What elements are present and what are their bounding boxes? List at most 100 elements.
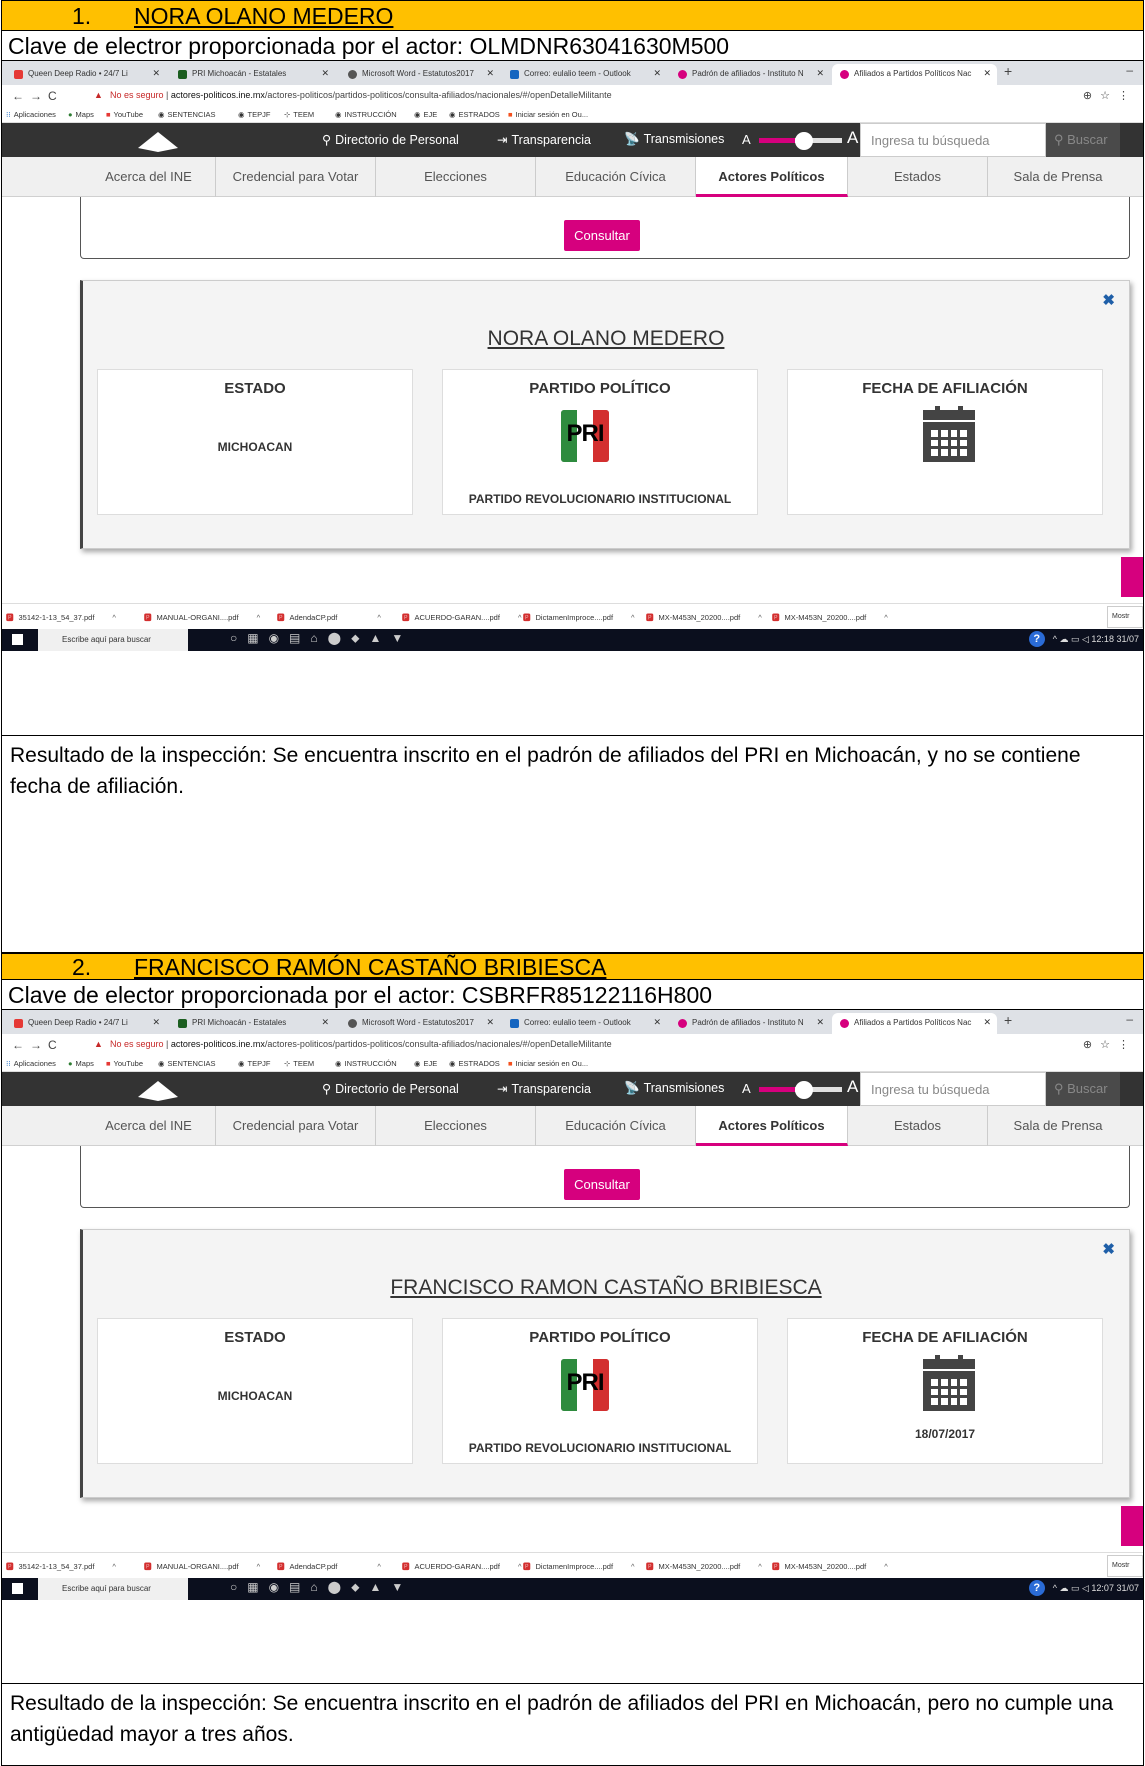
menu-item-active[interactable]: Actores Políticos xyxy=(696,1106,848,1146)
bookmark[interactable]: ● Maps xyxy=(68,1059,94,1068)
back-forward-reload-icons[interactable]: ←→C xyxy=(12,1038,63,1052)
bookmark[interactable]: ◉ EJE xyxy=(414,1059,437,1068)
directorio-link[interactable]: ⚲ Directorio de Personal xyxy=(322,132,463,147)
scroll-top-button[interactable] xyxy=(1121,557,1143,597)
bookmark[interactable]: ◉ SENTENCIAS xyxy=(158,110,215,119)
bookmark[interactable]: ◉ TEPJF xyxy=(238,1059,270,1068)
browser-tab-active[interactable]: Afiliados a Partidos Políticos Nac ✕ xyxy=(832,1013,997,1034)
browser-tab[interactable]: Correo: eulalio teem - Outlook ✕ xyxy=(502,1013,667,1034)
scroll-top-button[interactable] xyxy=(1121,1506,1143,1546)
menu-item[interactable]: Sala de Prensa xyxy=(988,1106,1128,1146)
slider-knob[interactable] xyxy=(795,132,813,150)
download-item[interactable]: 🅿 MX-M453N_20200....pdf ^ xyxy=(646,1561,762,1572)
bookmark[interactable]: ■ Iniciar sesión en Ou... xyxy=(508,110,588,119)
taskbar-apps-icons[interactable]: ○▦◉▤⌂⬤⬥▲▼ xyxy=(230,631,413,646)
slider-knob[interactable] xyxy=(795,1081,813,1099)
search-input[interactable]: Ingresa tu búsqueda xyxy=(860,123,1046,157)
menu-item[interactable]: Elecciones xyxy=(376,157,536,197)
download-item[interactable]: 🅿 DictamenImproce....pdf ^ xyxy=(523,1561,635,1572)
download-item[interactable]: 🅿 ACUERDO-GARAN....pdf ^ xyxy=(402,1561,521,1572)
download-item[interactable]: 🅿 35142-1-13_54_37.pdf ^ xyxy=(6,1561,116,1572)
minimize-icon[interactable]: – xyxy=(1126,1012,1133,1026)
download-item[interactable]: 🅿 ACUERDO-GARAN....pdf ^ xyxy=(402,612,521,623)
download-item[interactable]: 🅿 AdendaCP.pdf ^ xyxy=(277,1561,381,1572)
bookmark[interactable]: ◉ SENTENCIAS xyxy=(158,1059,215,1068)
menu-item[interactable]: Estados xyxy=(848,1106,988,1146)
browser-tab[interactable]: Padrón de afiliados - Instituto N ✕ xyxy=(670,64,830,85)
close-icon[interactable]: ✕ xyxy=(816,1017,824,1028)
transmisiones-link[interactable]: 📡 Transmisiones xyxy=(624,1081,728,1096)
menu-item[interactable]: Credencial para Votar xyxy=(216,1106,376,1146)
close-icon[interactable]: ✕ xyxy=(653,68,661,79)
close-icon[interactable]: ✕ xyxy=(816,68,824,79)
menu-item[interactable]: Educación Cívica xyxy=(536,157,696,197)
bookmark[interactable]: ◉ ESTRADOS xyxy=(449,1059,500,1068)
close-icon[interactable]: ✕ xyxy=(983,1017,991,1028)
browser-tab[interactable]: Padrón de afiliados - Instituto N ✕ xyxy=(670,1013,830,1034)
close-icon[interactable]: ✕ xyxy=(321,68,329,79)
download-item[interactable]: 🅿 35142-1-13_54_37.pdf ^ xyxy=(6,612,116,623)
search-button[interactable]: ⚲ Buscar xyxy=(1046,1072,1120,1106)
menu-item-active[interactable]: Actores Políticos xyxy=(696,157,848,197)
search-input[interactable]: Ingresa tu búsqueda xyxy=(860,1072,1046,1106)
font-size-slider[interactable] xyxy=(759,132,842,150)
download-item[interactable]: 🅿 AdendaCP.pdf ^ xyxy=(277,612,381,623)
minimize-icon[interactable]: – xyxy=(1126,63,1133,77)
close-icon[interactable]: ✕ xyxy=(983,68,991,79)
close-icon[interactable]: ✕ xyxy=(653,1017,661,1028)
bookmark[interactable]: ◉ TEPJF xyxy=(238,110,270,119)
download-item[interactable]: 🅿 MANUAL-ORGANI....pdf ^ xyxy=(144,1561,260,1572)
windows-icon[interactable] xyxy=(12,1583,23,1594)
menu-item[interactable]: Acerca del INE xyxy=(82,157,216,197)
close-icon[interactable]: ✕ xyxy=(152,68,160,79)
close-icon[interactable]: ✖ xyxy=(1102,1240,1115,1258)
bookmark[interactable]: ⊹ TEEM xyxy=(284,110,314,119)
address-bar[interactable]: ←→C ▲ No es seguro | actores-politicos.i… xyxy=(2,85,1143,107)
browser-tab-active[interactable]: Afiliados a Partidos Políticos Nac ✕ xyxy=(832,64,997,85)
transmisiones-link[interactable]: 📡 Transmisiones xyxy=(624,132,728,147)
close-icon[interactable]: ✕ xyxy=(486,68,494,79)
close-icon[interactable]: ✕ xyxy=(486,1017,494,1028)
zoom-star-icons[interactable]: ⊕☆⋮ xyxy=(1083,89,1137,102)
close-icon[interactable]: ✕ xyxy=(152,1017,160,1028)
taskbar-search[interactable]: Escribe aquí para buscar xyxy=(38,1578,188,1600)
show-all-button[interactable]: Mostr xyxy=(1107,1555,1143,1577)
new-tab-icon[interactable]: + xyxy=(1004,63,1012,79)
zoom-star-icons[interactable]: ⊕☆⋮ xyxy=(1083,1038,1137,1051)
taskbar-search[interactable]: Escribe aquí para buscar xyxy=(38,629,188,651)
search-button[interactable]: ⚲ Buscar xyxy=(1046,123,1120,157)
bookmark[interactable]: ■ Iniciar sesión en Ou... xyxy=(508,1059,588,1068)
show-all-button[interactable]: Mostr xyxy=(1107,606,1143,628)
bookmark[interactable]: ■ YouTube xyxy=(106,1059,143,1068)
address-bar[interactable]: ←→C ▲ No es seguro | actores-politicos.i… xyxy=(2,1034,1143,1056)
ine-logo[interactable] xyxy=(138,132,178,148)
back-forward-reload-icons[interactable]: ←→C xyxy=(12,89,63,103)
consultar-button[interactable]: Consultar xyxy=(564,1169,640,1200)
bookmark[interactable]: ■ YouTube xyxy=(106,110,143,119)
browser-tab[interactable]: PRI Michoacán - Estatales ✕ xyxy=(170,64,335,85)
transparencia-link[interactable]: ⇥ Transparencia xyxy=(497,132,595,147)
ine-logo[interactable] xyxy=(138,1081,178,1097)
taskbar-apps-icons[interactable]: ○▦◉▤⌂⬤⬥▲▼ xyxy=(230,1580,413,1595)
download-item[interactable]: 🅿 MX-M453N_20200....pdf ^ xyxy=(772,612,888,623)
browser-tab[interactable]: Microsoft Word - Estatutos2017 ✕ xyxy=(340,64,500,85)
browser-tab[interactable]: Microsoft Word - Estatutos2017 ✕ xyxy=(340,1013,500,1034)
browser-tab[interactable]: Correo: eulalio teem - Outlook ✕ xyxy=(502,64,667,85)
menu-item[interactable]: Estados xyxy=(848,157,988,197)
download-item[interactable]: 🅿 MX-M453N_20200....pdf ^ xyxy=(772,1561,888,1572)
browser-tab[interactable]: PRI Michoacán - Estatales ✕ xyxy=(170,1013,335,1034)
bookmark[interactable]: ⊹ TEEM xyxy=(284,1059,314,1068)
download-item[interactable]: 🅿 MANUAL-ORGANI....pdf ^ xyxy=(144,612,260,623)
bookmark[interactable]: ● Maps xyxy=(68,110,94,119)
browser-tab[interactable]: Queen Deep Radio • 24/7 Li ✕ xyxy=(6,64,166,85)
bookmark[interactable]: ◉ INSTRUCCIÓN xyxy=(335,1059,397,1068)
bookmark[interactable]: ◉ EJE xyxy=(414,110,437,119)
directorio-link[interactable]: ⚲ Directorio de Personal xyxy=(322,1081,463,1096)
transparencia-link[interactable]: ⇥ Transparencia xyxy=(497,1081,595,1096)
download-item[interactable]: 🅿 DictamenImproce....pdf ^ xyxy=(523,612,635,623)
browser-tab[interactable]: Queen Deep Radio • 24/7 Li ✕ xyxy=(6,1013,166,1034)
bookmark[interactable]: ⁝⁝ Aplicaciones xyxy=(6,1059,56,1068)
menu-item[interactable]: Educación Cívica xyxy=(536,1106,696,1146)
close-icon[interactable]: ✕ xyxy=(321,1017,329,1028)
consultar-button[interactable]: Consultar xyxy=(564,220,640,251)
